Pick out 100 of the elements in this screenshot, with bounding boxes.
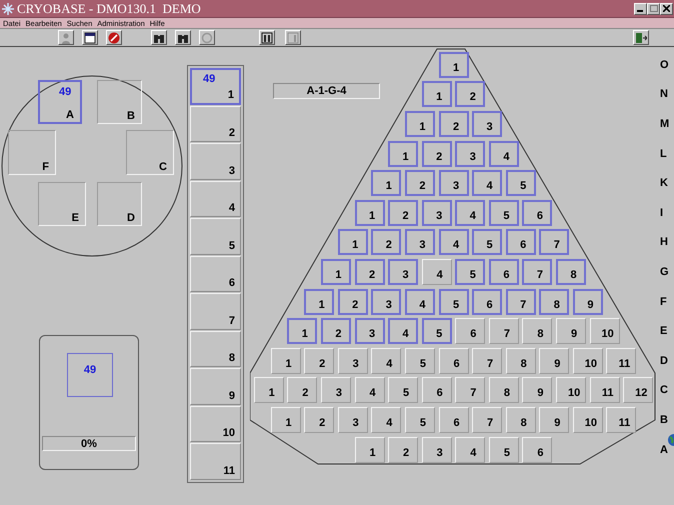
rack-slot[interactable]: 6 bbox=[190, 256, 241, 292]
box-position[interactable]: 5 bbox=[472, 229, 502, 256]
box-position[interactable]: 2 bbox=[354, 258, 385, 285]
canister-slot[interactable]: C bbox=[126, 130, 174, 175]
box-position[interactable]: 1 bbox=[320, 258, 351, 285]
box-position[interactable]: 5 bbox=[404, 348, 435, 374]
toolbar-button[interactable] bbox=[633, 30, 649, 45]
canister-slot[interactable]: D bbox=[97, 182, 142, 226]
box-position[interactable]: 2 bbox=[404, 170, 435, 196]
box-position[interactable]: 1 bbox=[371, 170, 402, 196]
box-position[interactable]: 10 bbox=[556, 377, 586, 404]
canister-slot[interactable]: 49 bbox=[67, 353, 113, 397]
box-position[interactable]: 4 bbox=[438, 229, 468, 256]
box-position[interactable]: 3 bbox=[438, 170, 468, 196]
box-position[interactable]: 6 bbox=[455, 318, 486, 344]
box-position[interactable]: 8 bbox=[488, 377, 519, 404]
canister-slot[interactable]: E bbox=[38, 182, 86, 226]
box-position[interactable]: 5 bbox=[506, 170, 536, 196]
box-position[interactable]: 11 bbox=[590, 377, 620, 404]
box-position[interactable]: 1 bbox=[404, 110, 435, 137]
box-position[interactable]: 10 bbox=[572, 406, 603, 433]
box-position[interactable]: 8 bbox=[556, 258, 586, 285]
box-position[interactable]: 4 bbox=[354, 377, 385, 404]
box-position[interactable]: 4 bbox=[404, 288, 435, 315]
box-position[interactable]: 2 bbox=[388, 200, 418, 226]
box-position[interactable]: 7 bbox=[472, 406, 502, 433]
box-position[interactable]: 5 bbox=[455, 258, 486, 285]
box-position[interactable]: 3 bbox=[354, 318, 385, 344]
rack-slot[interactable]: 11 bbox=[190, 443, 241, 480]
box-position[interactable]: 2 bbox=[304, 348, 334, 374]
box-position[interactable]: 9 bbox=[539, 406, 570, 433]
box-position[interactable]: 1 bbox=[254, 377, 284, 404]
canister-slot[interactable]: B bbox=[97, 80, 142, 124]
box-position[interactable]: 8 bbox=[539, 288, 570, 315]
box-position[interactable]: 1 bbox=[270, 406, 301, 433]
box-position[interactable]: 4 bbox=[455, 200, 486, 226]
rack-slot[interactable]: 49 1 bbox=[190, 68, 241, 105]
box-position[interactable]: 7 bbox=[506, 288, 536, 315]
box-position[interactable]: 10 bbox=[590, 318, 620, 344]
box-position[interactable]: 5 bbox=[388, 377, 418, 404]
toolbar-button[interactable] bbox=[259, 30, 275, 45]
box-position[interactable]: 4 bbox=[388, 318, 418, 344]
box-position[interactable]: 2 bbox=[371, 229, 402, 256]
box-position[interactable]: 4 bbox=[422, 258, 452, 285]
box-position[interactable]: 5 bbox=[404, 406, 435, 433]
box-position[interactable]: 4 bbox=[472, 170, 502, 196]
box-position[interactable]: 2 bbox=[455, 81, 486, 108]
box-position[interactable]: 10 bbox=[572, 348, 603, 374]
box-position[interactable]: 2 bbox=[422, 140, 452, 167]
box-position[interactable]: 5 bbox=[488, 436, 519, 463]
box-position[interactable]: 8 bbox=[506, 348, 536, 374]
box-position[interactable]: 9 bbox=[556, 318, 586, 344]
box-position[interactable]: 7 bbox=[455, 377, 486, 404]
box-position[interactable]: 7 bbox=[539, 229, 570, 256]
box-position[interactable]: 2 bbox=[388, 436, 418, 463]
rack-slot[interactable]: 2 bbox=[190, 106, 241, 142]
box-position[interactable]: 1 bbox=[287, 318, 318, 344]
box-position[interactable]: 7 bbox=[522, 258, 552, 285]
rack-slot[interactable]: 8 bbox=[190, 330, 241, 368]
box-position[interactable]: 7 bbox=[488, 318, 519, 344]
box-position[interactable]: 2 bbox=[338, 288, 368, 315]
box-position[interactable]: 3 bbox=[371, 288, 402, 315]
box-position[interactable]: 1 bbox=[304, 288, 334, 315]
box-position[interactable]: 9 bbox=[522, 377, 552, 404]
box-position[interactable]: 1 bbox=[354, 200, 385, 226]
box-position[interactable]: 3 bbox=[472, 110, 502, 137]
box-position[interactable]: 2 bbox=[304, 406, 334, 433]
box-position[interactable]: 1 bbox=[422, 81, 452, 108]
box-position[interactable]: 3 bbox=[320, 377, 351, 404]
box-position[interactable]: 4 bbox=[371, 348, 402, 374]
box-position[interactable]: 6 bbox=[438, 348, 468, 374]
box-position[interactable]: 1 bbox=[354, 436, 385, 463]
box-position[interactable]: 3 bbox=[422, 200, 452, 226]
box-position[interactable]: 3 bbox=[338, 348, 368, 374]
box-position[interactable]: 9 bbox=[539, 348, 570, 374]
box-position[interactable]: 7 bbox=[472, 348, 502, 374]
rack-slot[interactable]: 3 bbox=[190, 143, 241, 180]
box-position[interactable]: 6 bbox=[488, 258, 519, 285]
box-position[interactable]: 3 bbox=[388, 258, 418, 285]
box-position[interactable]: 5 bbox=[488, 200, 519, 226]
box-position[interactable]: 1 bbox=[270, 348, 301, 374]
toolbar-button[interactable] bbox=[175, 30, 191, 45]
box-position[interactable]: 1 bbox=[338, 229, 368, 256]
box-position[interactable]: 6 bbox=[472, 288, 502, 315]
box-position[interactable]: 1 bbox=[438, 52, 468, 78]
box-position[interactable]: 4 bbox=[455, 436, 486, 463]
box-position[interactable]: 11 bbox=[606, 348, 636, 374]
box-position[interactable]: 3 bbox=[455, 140, 486, 167]
box-position[interactable]: 2 bbox=[438, 110, 468, 137]
box-position[interactable]: 6 bbox=[522, 436, 552, 463]
box-position[interactable]: 4 bbox=[371, 406, 402, 433]
box-position[interactable]: 3 bbox=[404, 229, 435, 256]
rack-slot[interactable]: 9 bbox=[190, 368, 241, 405]
box-position[interactable]: 6 bbox=[506, 229, 536, 256]
box-position[interactable]: 2 bbox=[320, 318, 351, 344]
box-position[interactable]: 5 bbox=[438, 288, 468, 315]
box-position[interactable]: 1 bbox=[388, 140, 418, 167]
box-position[interactable]: 5 bbox=[422, 318, 452, 344]
toolbar-button[interactable] bbox=[82, 30, 98, 45]
box-position[interactable]: 11 bbox=[606, 406, 636, 433]
